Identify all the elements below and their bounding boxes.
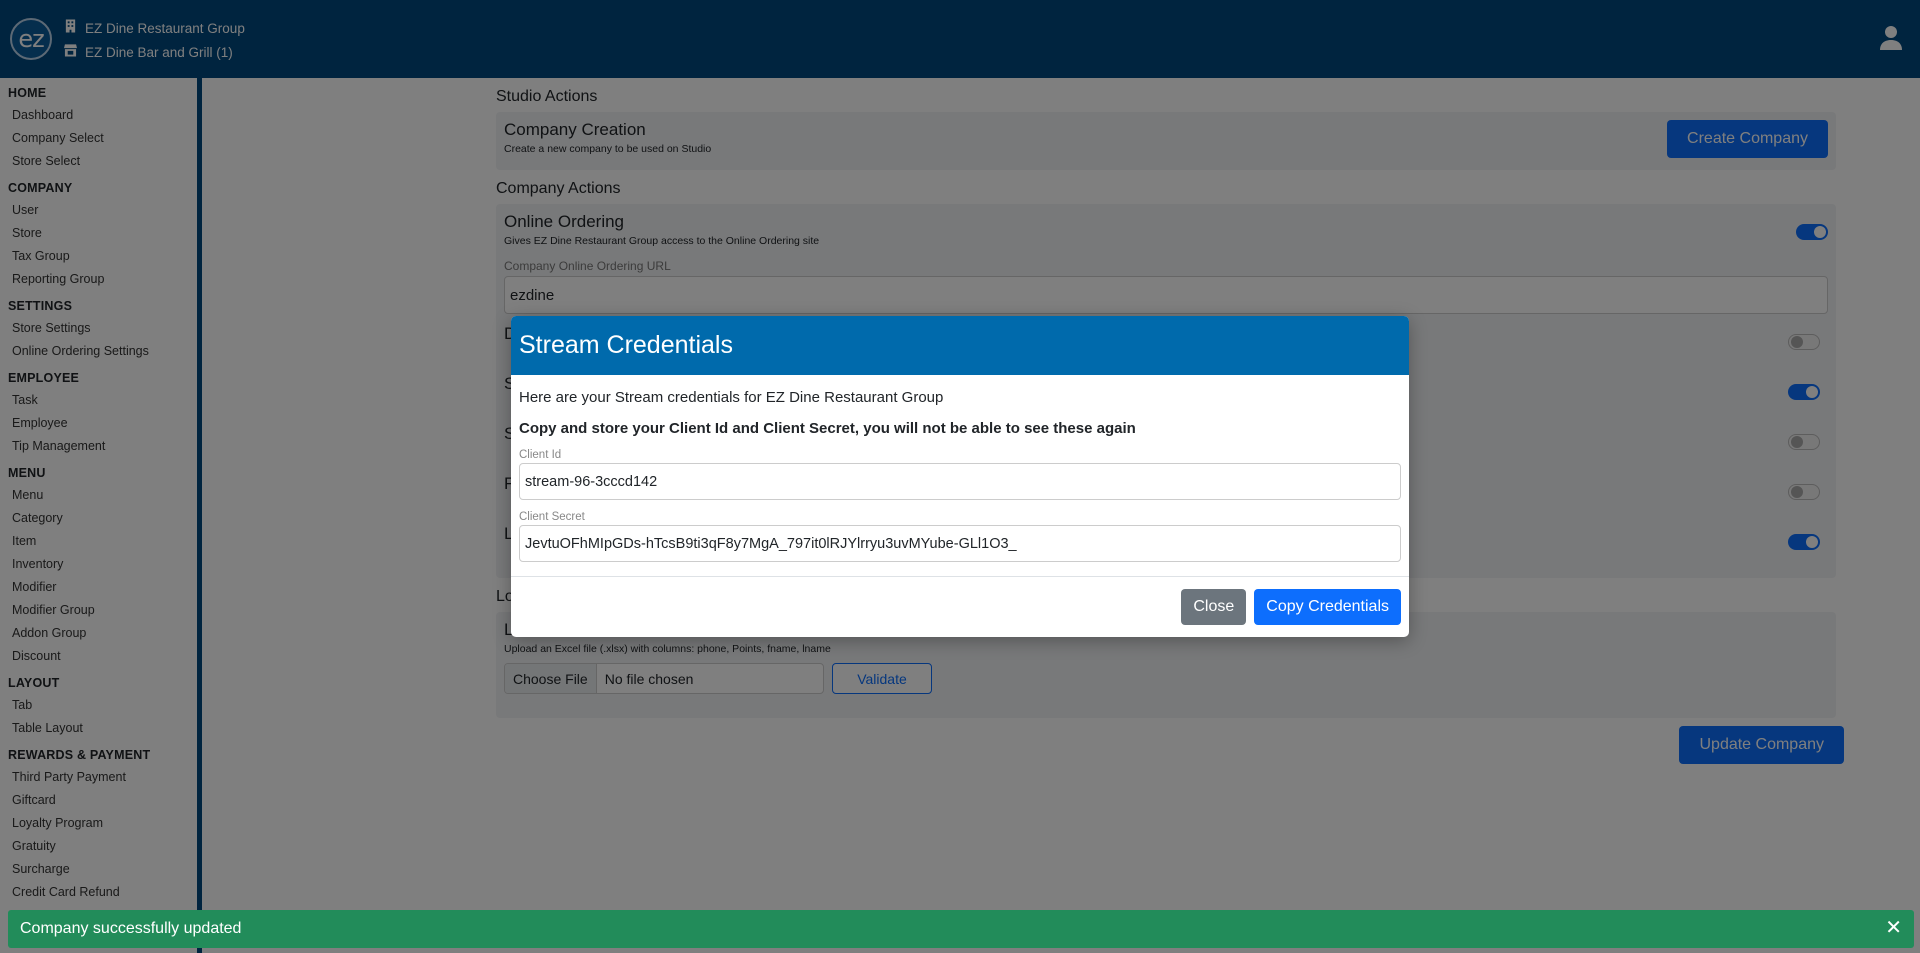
modal-warning: Copy and store your Client Id and Client…: [519, 420, 1136, 437]
stream-credentials-modal: Stream Credentials Here are your Stream …: [511, 316, 1409, 637]
success-toast: Company successfully updated ✕: [8, 910, 1914, 948]
toast-message: Company successfully updated: [20, 920, 242, 937]
modal-intro: Here are your Stream credentials for EZ …: [519, 389, 944, 406]
close-button[interactable]: Close: [1181, 589, 1247, 625]
client-id-label: Client Id: [519, 449, 562, 461]
close-icon[interactable]: ✕: [1885, 918, 1902, 938]
modal-body: Here are your Stream credentials for EZ …: [511, 375, 1409, 570]
client-secret-label: Client Secret: [519, 511, 585, 523]
modal-title: Stream Credentials: [511, 316, 1409, 375]
modal-footer: Close Copy Credentials: [511, 576, 1409, 637]
copy-credentials-button[interactable]: Copy Credentials: [1254, 589, 1401, 625]
client-secret-field[interactable]: JevtuOFhMIpGDs-hTcsB9ti3qF8y7MgA_797it0l…: [519, 525, 1401, 562]
client-id-field[interactable]: stream-96-3cccd142: [519, 463, 1401, 500]
